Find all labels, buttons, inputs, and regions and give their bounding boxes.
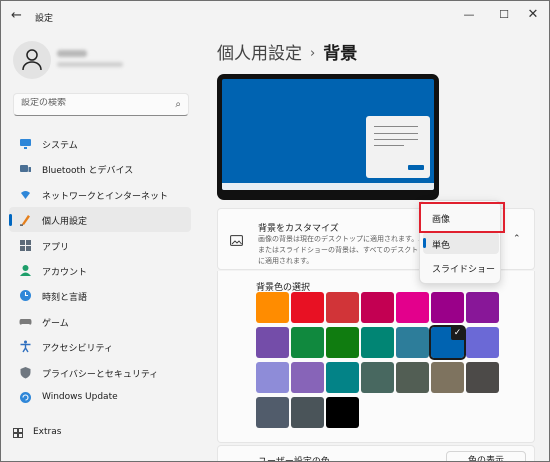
sidebar-item-label: アカウント bbox=[42, 267, 88, 278]
sidebar-item[interactable]: アプリ bbox=[9, 233, 191, 258]
color-swatch[interactable] bbox=[396, 292, 429, 323]
color-swatch[interactable] bbox=[256, 292, 289, 323]
search-box[interactable]: ⌕ bbox=[13, 93, 189, 116]
maximize-button[interactable]: ☐ bbox=[492, 6, 516, 24]
sidebar-item-label: Bluetooth とデバイス bbox=[42, 166, 134, 177]
title-bar: ← 設定 — ☐ ✕ bbox=[1, 1, 549, 31]
color-swatch[interactable] bbox=[431, 362, 464, 393]
dropdown-option[interactable]: スライドショー bbox=[423, 256, 499, 278]
image-icon bbox=[230, 235, 243, 246]
color-swatch[interactable] bbox=[326, 397, 359, 428]
app-title: 設定 bbox=[35, 14, 54, 24]
shield-icon bbox=[20, 366, 31, 379]
preview-screen bbox=[222, 79, 434, 190]
dropdown-option-label: スライドショー bbox=[432, 265, 496, 275]
color-swatch[interactable] bbox=[396, 327, 429, 358]
custom-color-label: ユーザー設定の色 bbox=[258, 457, 330, 462]
sidebar-item[interactable]: システム bbox=[9, 131, 191, 156]
color-swatch[interactable] bbox=[466, 327, 499, 358]
person-icon bbox=[20, 264, 31, 276]
color-swatch[interactable] bbox=[396, 362, 429, 393]
apps-icon bbox=[20, 239, 31, 251]
sidebar-item-label: プライバシーとセキュリティ bbox=[42, 369, 159, 380]
color-swatch[interactable] bbox=[431, 292, 464, 323]
back-arrow-icon[interactable]: ← bbox=[11, 8, 27, 24]
color-swatch[interactable]: ✓ bbox=[429, 325, 466, 360]
color-swatch[interactable] bbox=[326, 362, 359, 393]
desktop-preview bbox=[217, 74, 439, 200]
gamepad-icon bbox=[19, 318, 32, 325]
checkmark-icon: ✓ bbox=[451, 327, 464, 340]
dropdown-option-label: 単色 bbox=[432, 241, 451, 251]
color-swatch[interactable] bbox=[256, 327, 289, 358]
sidebar-item-label: 時刻と言語 bbox=[42, 293, 88, 304]
highlight-box bbox=[419, 202, 505, 233]
search-icon[interactable]: ⌕ bbox=[175, 99, 181, 110]
extras-icon bbox=[13, 428, 23, 438]
wifi-icon bbox=[21, 190, 30, 199]
color-swatch[interactable] bbox=[326, 292, 359, 323]
sidebar-item[interactable]: 個人用設定 bbox=[9, 207, 191, 233]
color-swatch[interactable] bbox=[291, 362, 324, 393]
color-swatch[interactable] bbox=[361, 292, 394, 323]
color-swatch[interactable] bbox=[466, 292, 499, 323]
update-icon bbox=[20, 391, 31, 403]
sidebar-item[interactable]: ゲーム bbox=[9, 309, 191, 334]
card-title: 背景をカスタマイズ bbox=[258, 224, 339, 234]
accessibility-icon bbox=[20, 340, 31, 353]
globe-clock-icon bbox=[20, 290, 31, 302]
sidebar-item-label: アプリ bbox=[42, 242, 70, 253]
view-colors-button[interactable]: 色の表示 bbox=[446, 451, 526, 461]
person-icon bbox=[22, 49, 42, 71]
dropdown-option[interactable]: 単色 bbox=[423, 232, 499, 254]
pen-icon bbox=[20, 215, 30, 226]
sidebar-nav: システム Bluetooth とデバイスネットワークとインターネット 個人用設定アプ… bbox=[9, 131, 191, 410]
color-swatch[interactable] bbox=[291, 327, 324, 358]
sidebar-item-label: 個人用設定 bbox=[42, 217, 88, 228]
user-name-redacted bbox=[57, 50, 87, 57]
breadcrumb: 個人用設定 › 背景 bbox=[217, 39, 357, 64]
chevron-up-icon[interactable]: ⌃ bbox=[513, 234, 521, 244]
sidebar-item-label: システム bbox=[42, 141, 78, 151]
custom-color-row: ユーザー設定の色 色の表示 bbox=[217, 445, 535, 462]
avatar bbox=[13, 41, 51, 79]
color-swatch[interactable] bbox=[256, 362, 289, 393]
sidebar-item[interactable]: Windows Update bbox=[9, 385, 191, 410]
selected-indicator bbox=[423, 238, 426, 248]
sidebar-item[interactable]: 時刻と言語 bbox=[9, 283, 191, 308]
color-swatch[interactable] bbox=[256, 397, 289, 428]
minimize-button[interactable]: — bbox=[457, 6, 481, 24]
sidebar-item-label: アクセシビリティ bbox=[42, 344, 114, 355]
card-description: 画像の背景は現在のデスクトップに適用されます。単色またはスライドショーの背景は、… bbox=[258, 235, 433, 265]
preview-taskbar bbox=[222, 183, 434, 190]
preview-window bbox=[366, 116, 430, 178]
page-title: 背景 bbox=[323, 44, 358, 64]
search-input[interactable] bbox=[21, 98, 171, 108]
sidebar-item[interactable]: Bluetooth とデバイス bbox=[9, 156, 191, 181]
color-swatch[interactable] bbox=[291, 397, 324, 428]
user-email-redacted bbox=[57, 62, 123, 67]
color-swatch[interactable] bbox=[361, 362, 394, 393]
sidebar-item[interactable]: プライバシーとセキュリティ bbox=[9, 360, 191, 385]
bluetooth-devices-icon bbox=[20, 165, 31, 173]
close-button[interactable]: ✕ bbox=[521, 6, 545, 24]
sidebar-item[interactable]: アクセシビリティ bbox=[9, 334, 191, 359]
sidebar-item[interactable]: ネットワークとインターネット bbox=[9, 182, 191, 207]
color-swatch[interactable] bbox=[361, 327, 394, 358]
sidebar-item-label: Windows Update bbox=[42, 391, 118, 402]
color-swatch[interactable] bbox=[466, 362, 499, 393]
sidebar-item[interactable]: アカウント bbox=[9, 258, 191, 283]
active-indicator bbox=[9, 214, 12, 227]
settings-window: ← 設定 — ☐ ✕ ⌕ システム Bluetooth とデバイスネットワークとイ… bbox=[0, 0, 550, 462]
monitor-icon bbox=[20, 139, 31, 149]
sidebar-item-label: ネットワークとインターネット bbox=[42, 191, 169, 202]
chevron-right-icon: › bbox=[310, 46, 316, 61]
color-swatch[interactable] bbox=[326, 327, 359, 358]
sidebar-item-label: ゲーム bbox=[42, 318, 69, 329]
color-swatch[interactable] bbox=[291, 292, 324, 323]
breadcrumb-parent[interactable]: 個人用設定 bbox=[217, 44, 302, 64]
sidebar-item-label: Extras bbox=[33, 427, 62, 437]
